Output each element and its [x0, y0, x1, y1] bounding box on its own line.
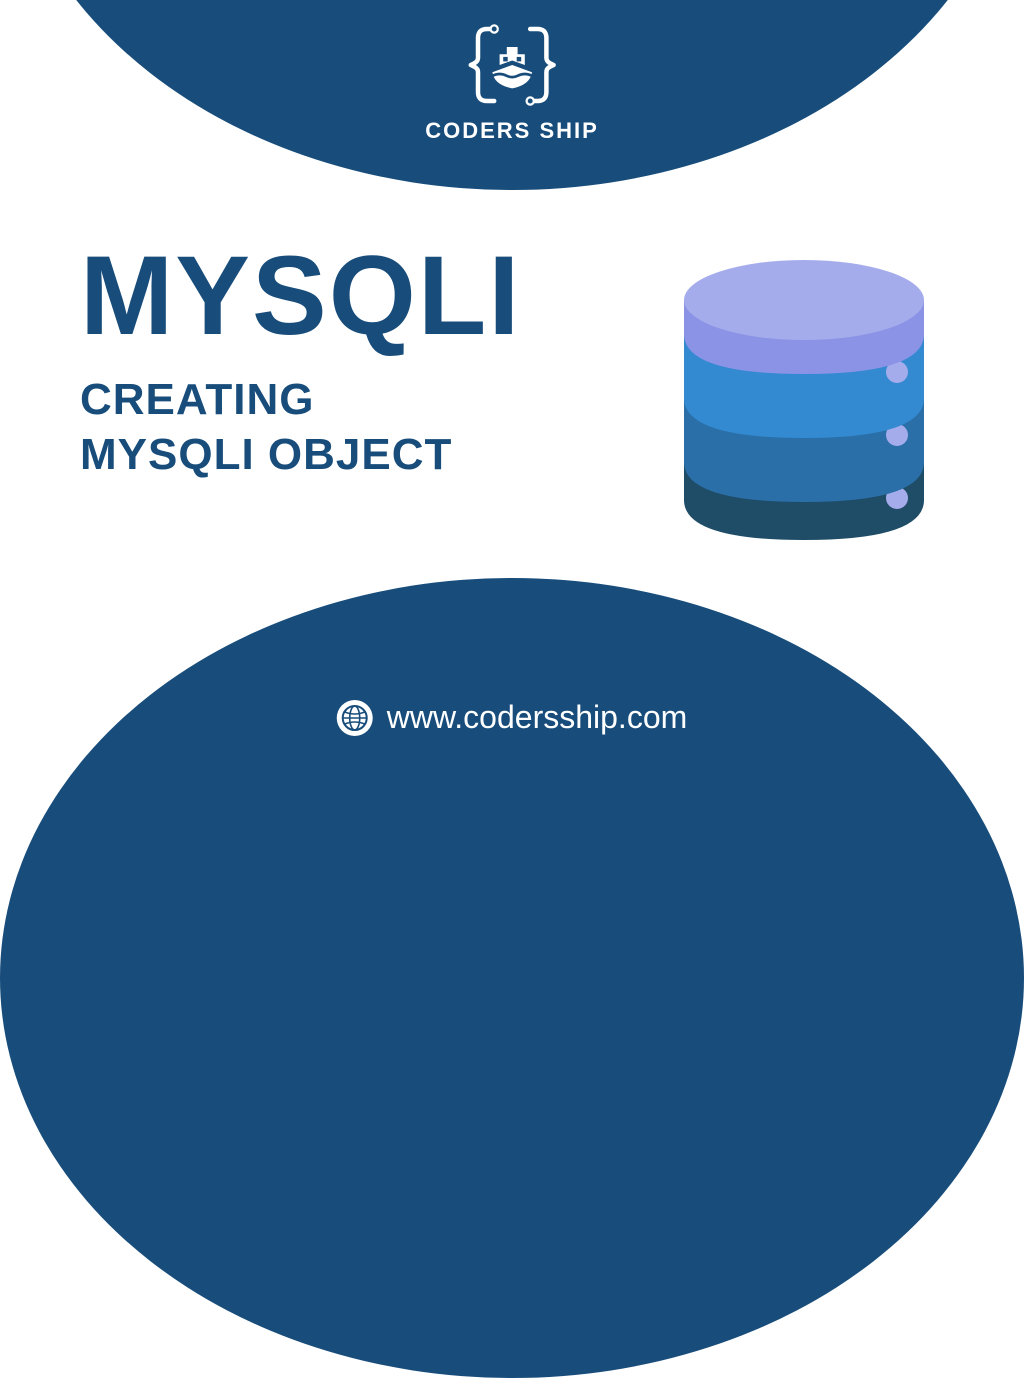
main-title: MYSQLI	[80, 240, 521, 352]
globe-icon	[337, 700, 373, 736]
content-area: MYSQLI CREATING MYSQLI OBJECT	[80, 240, 521, 482]
sub-title: CREATING MYSQLI OBJECT	[80, 372, 521, 482]
subtitle-line-1: CREATING	[80, 375, 315, 424]
subtitle-line-2: MYSQLI OBJECT	[80, 430, 452, 479]
ship-logo-icon	[467, 20, 557, 110]
database-icon	[659, 250, 949, 550]
website-url: www.codersship.com	[387, 699, 688, 736]
footer-area: www.codersship.com	[337, 699, 688, 736]
bottom-arc-decoration	[0, 578, 1024, 1378]
logo-area: CODERS SHIP	[425, 20, 599, 144]
brand-name: CODERS SHIP	[425, 118, 599, 144]
